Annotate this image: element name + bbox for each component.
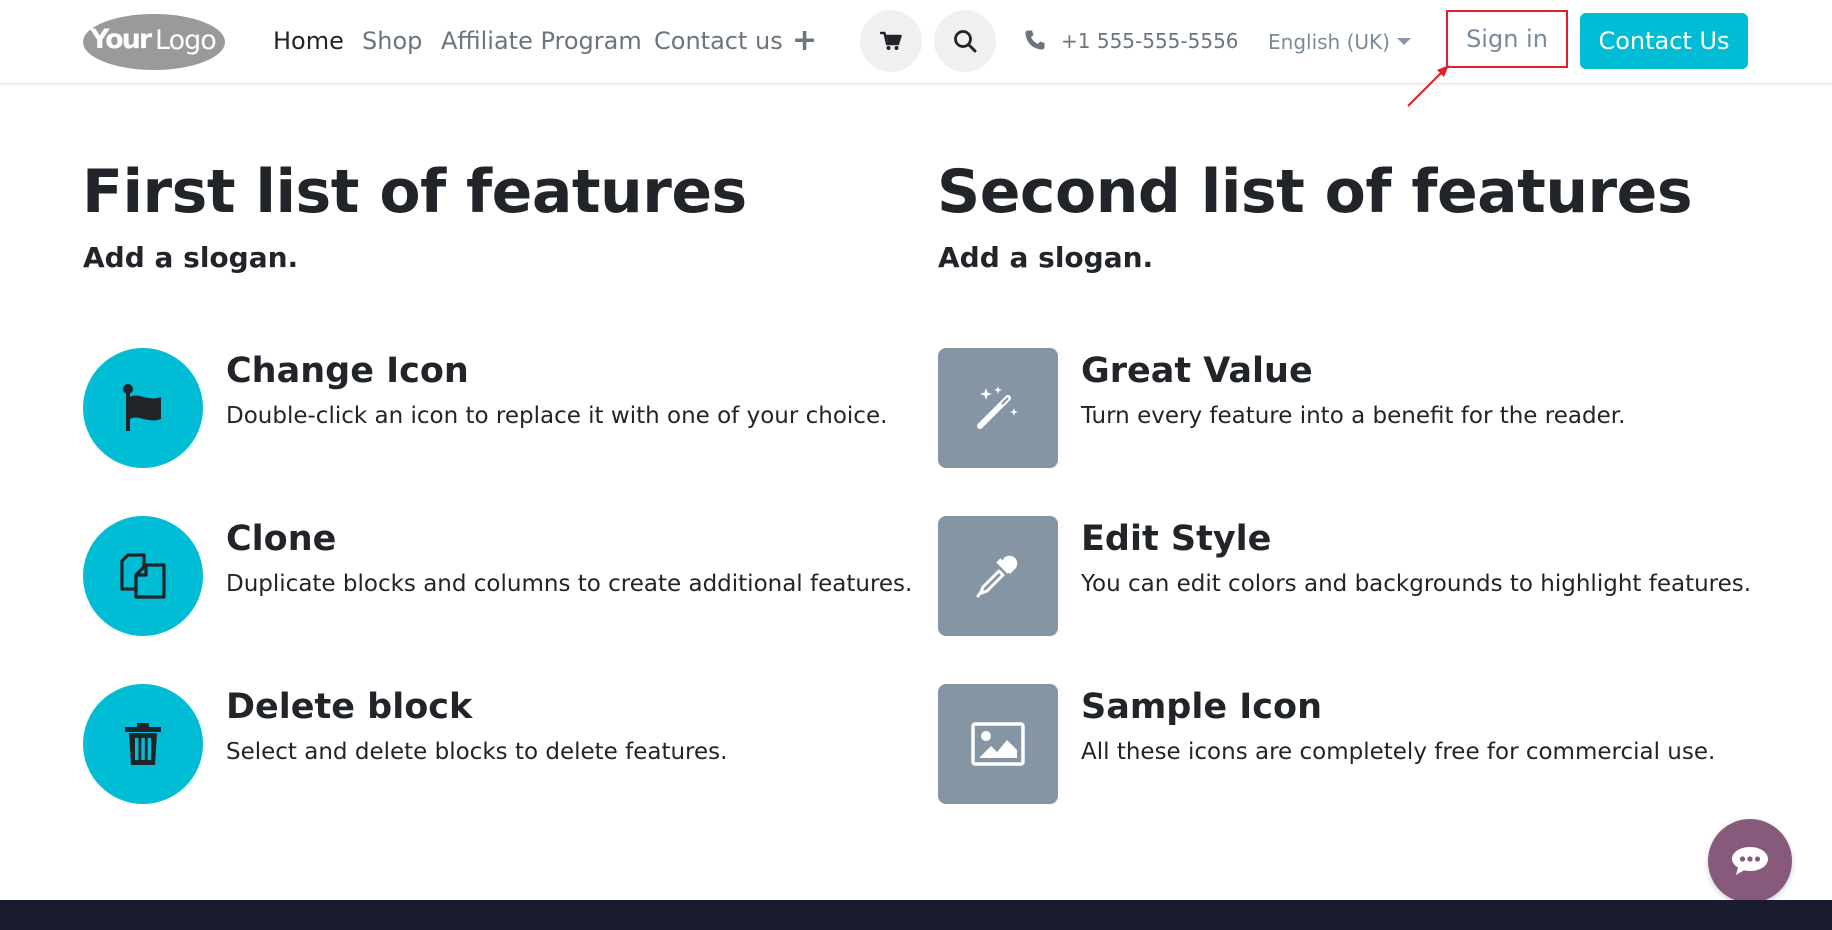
feature-icon-badge[interactable] — [938, 348, 1058, 468]
feature-title: Edit Style — [1081, 519, 1272, 559]
cart-icon — [880, 31, 902, 50]
nav-affiliate-program[interactable]: Affiliate Program — [441, 24, 642, 58]
feature-item: Delete block Select and delete blocks to… — [83, 684, 903, 804]
feature-title: Great Value — [1081, 351, 1313, 391]
image-icon — [971, 722, 1025, 766]
nav-shop[interactable]: Shop — [362, 24, 422, 58]
feature-icon-badge[interactable] — [83, 348, 203, 468]
section-slogan-first: Add a slogan. — [83, 241, 299, 274]
trash-icon — [125, 723, 161, 765]
feature-description: You can edit colors and backgrounds to h… — [1081, 571, 1752, 597]
feature-title: Clone — [226, 519, 337, 559]
feature-description: Select and delete blocks to delete featu… — [226, 739, 728, 765]
contact-us-button[interactable]: Contact Us — [1580, 13, 1748, 69]
phone-icon — [1025, 30, 1045, 50]
sign-in-button[interactable]: Sign in — [1446, 10, 1568, 68]
feature-title: Delete block — [226, 687, 473, 727]
your-logo[interactable]: Your Logo — [82, 12, 226, 71]
cart-button[interactable] — [860, 10, 922, 72]
feature-icon-badge[interactable] — [83, 684, 203, 804]
feature-item: Sample Icon All these icons are complete… — [938, 684, 1758, 804]
feature-icon-badge[interactable] — [83, 516, 203, 636]
feature-item: Change Icon Double-click an icon to repl… — [83, 348, 903, 468]
eyedropper-icon — [976, 555, 1018, 598]
section-title-second: Second list of features — [937, 157, 1693, 227]
feature-icon-badge[interactable] — [938, 516, 1058, 636]
search-icon — [954, 30, 977, 53]
clone-icon — [120, 553, 166, 599]
search-button[interactable] — [934, 10, 996, 72]
section-title-first: First list of features — [82, 157, 747, 227]
live-chat-button[interactable] — [1708, 819, 1792, 903]
svg-text:Logo: Logo — [155, 25, 216, 56]
section-slogan-second: Add a slogan. — [938, 241, 1154, 274]
plus-icon[interactable]: + — [792, 26, 817, 56]
chevron-down-icon[interactable] — [1397, 38, 1411, 45]
feature-description: Turn every feature into a benefit for th… — [1081, 403, 1626, 429]
feature-title: Sample Icon — [1081, 687, 1323, 727]
nav-contact-us[interactable]: Contact us — [654, 24, 783, 58]
footer — [0, 900, 1832, 930]
feature-description: Duplicate blocks and columns to create a… — [226, 571, 913, 597]
magic-wand-icon — [977, 386, 1018, 429]
feature-item: Great Value Turn every feature into a be… — [938, 348, 1758, 468]
feature-item: Clone Duplicate blocks and columns to cr… — [83, 516, 912, 636]
feature-title: Change Icon — [226, 351, 469, 391]
language-selector[interactable]: English (UK) — [1268, 27, 1390, 57]
flag-icon — [123, 384, 161, 431]
feature-description: All these icons are completely free for … — [1081, 739, 1716, 765]
nav-home[interactable]: Home — [273, 24, 344, 58]
site-header: Your Logo Home Shop Affiliate Program Co… — [0, 0, 1832, 107]
phone-number[interactable]: +1 555-555-5556 — [1061, 27, 1239, 55]
feature-item: Edit Style You can edit colors and backg… — [938, 516, 1758, 636]
feature-icon-badge[interactable] — [938, 684, 1058, 804]
svg-text:Your: Your — [89, 24, 153, 55]
feature-description: Double-click an icon to replace it with … — [226, 403, 888, 429]
annotation-arrow-icon — [1407, 65, 1449, 107]
chat-bubble-icon — [1732, 847, 1768, 875]
